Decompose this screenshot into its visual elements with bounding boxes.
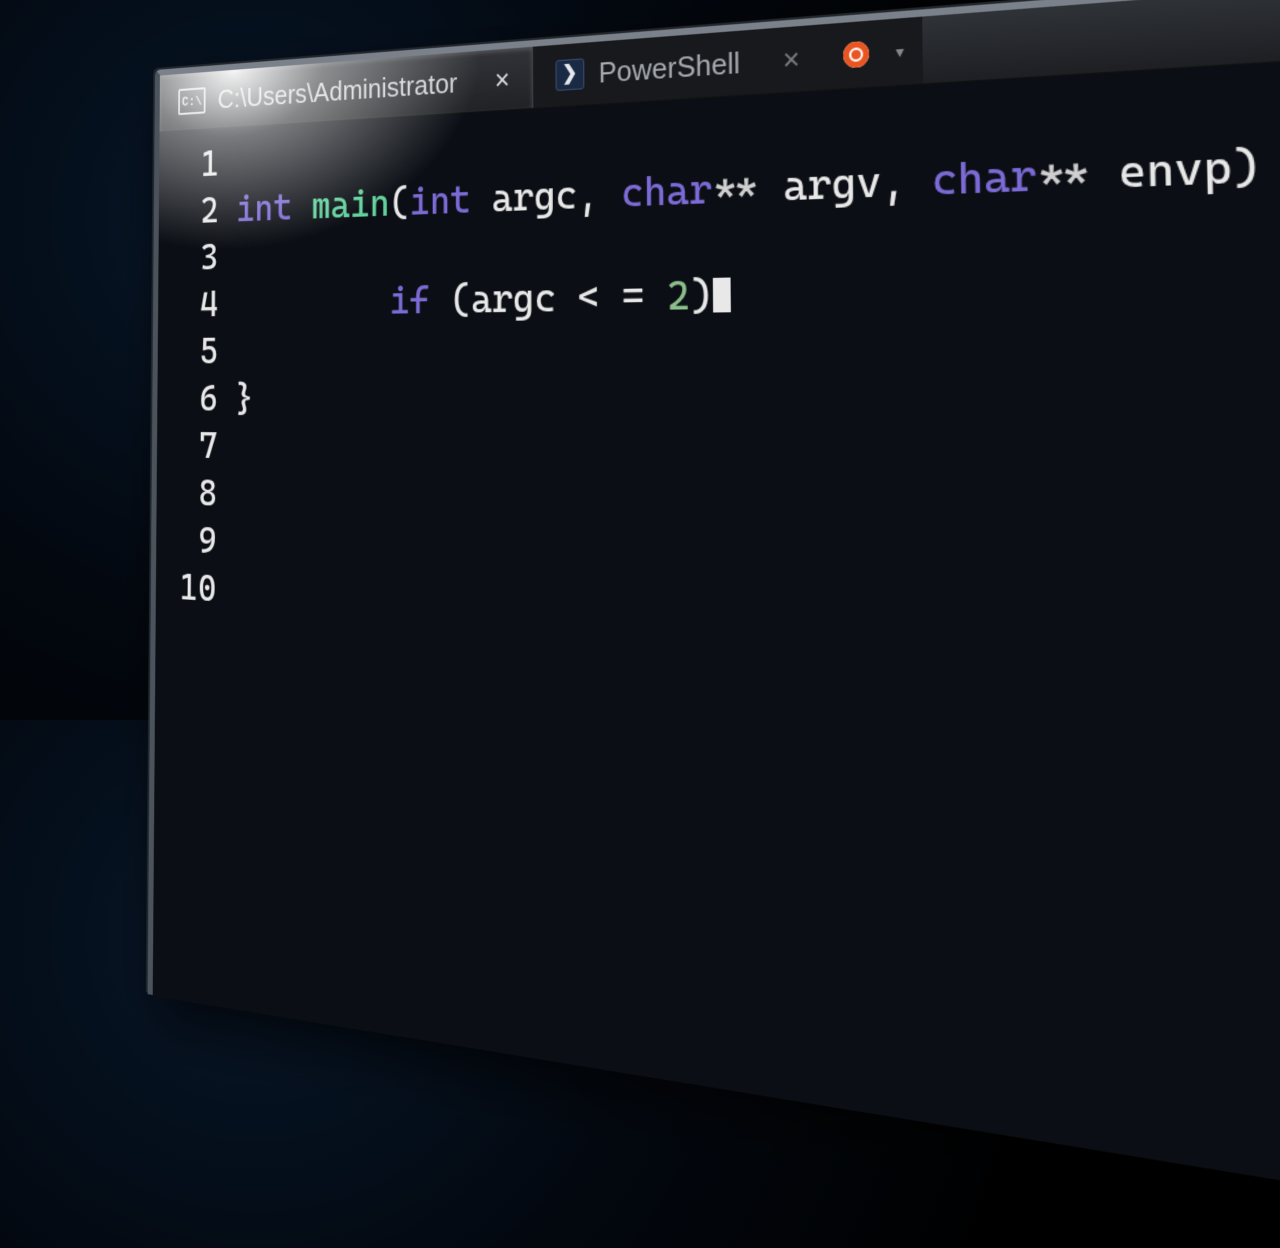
editor-area[interactable]: 1 2 3 4 5 6 7 8 9 10 int main(int argc, … bbox=[153, 26, 1280, 1248]
ubuntu-icon bbox=[844, 41, 870, 69]
viewport: C:\ C:\Users\Administrator × ❯ PowerShel… bbox=[0, 0, 1280, 720]
line-number: 6 bbox=[157, 376, 217, 423]
powershell-icon: ❯ bbox=[555, 58, 584, 91]
terminal-window: C:\ C:\Users\Administrator × ❯ PowerShel… bbox=[148, 0, 1280, 1248]
tab-title: C:\Users\Administrator bbox=[218, 66, 458, 115]
line-number: 8 bbox=[156, 469, 217, 518]
line-number: 4 bbox=[158, 281, 218, 329]
cmd-icon: C:\ bbox=[178, 87, 205, 115]
line-number: 1 bbox=[159, 141, 219, 191]
tab-title: PowerShell bbox=[598, 45, 740, 90]
line-number-gutter: 1 2 3 4 5 6 7 8 9 10 bbox=[153, 128, 232, 1008]
line-number: 5 bbox=[158, 328, 218, 375]
line-number: 2 bbox=[159, 188, 219, 237]
cursor bbox=[713, 278, 731, 313]
line-number: 9 bbox=[156, 516, 217, 566]
line-number: 7 bbox=[157, 422, 217, 470]
code-content[interactable]: int main(int argc, char** argv, char** e… bbox=[226, 26, 1280, 1248]
code-line: int main(int argc, char** argv, char** e… bbox=[236, 110, 1280, 234]
code-line: if (argc < = 2) bbox=[235, 243, 1280, 328]
line-number: 10 bbox=[156, 563, 217, 614]
line-number: 3 bbox=[158, 234, 218, 282]
close-icon[interactable]: × bbox=[495, 62, 510, 97]
dropdown-icon[interactable]: ▾ bbox=[895, 41, 904, 62]
tab-ubuntu[interactable]: ▾ bbox=[825, 17, 924, 90]
close-icon[interactable]: × bbox=[782, 41, 800, 78]
code-line: } bbox=[235, 376, 1280, 445]
